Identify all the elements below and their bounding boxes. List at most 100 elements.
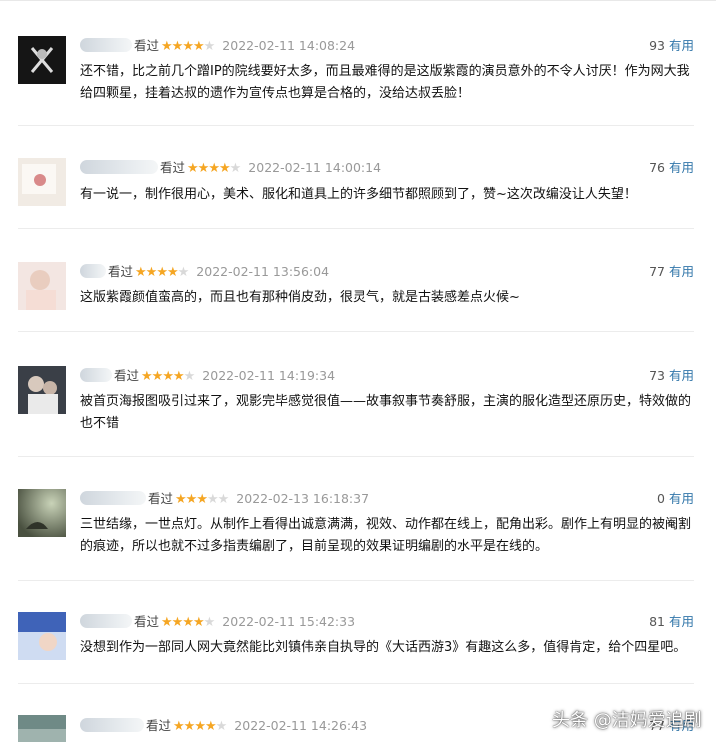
review-text: 还不错，比之前几个蹭IP的院线要好太多，而且最难得的是这版紫霞的演员意外的不令人… (80, 64, 690, 101)
star-filled-icon: ★ (197, 161, 210, 176)
star-empty-icon: ★ (203, 615, 216, 630)
review-time: 2022-02-11 15:42:33 (222, 614, 356, 629)
star-filled-icon: ★ (172, 369, 185, 384)
review-time: 2022-02-11 14:26:43 (234, 718, 368, 733)
useful-vote[interactable]: 77 有用 (649, 262, 694, 282)
star-filled-icon: ★ (204, 719, 217, 734)
star-filled-icon: ★ (166, 265, 179, 280)
star-empty-icon: ★ (215, 719, 228, 734)
review-text: 三世结缘，一世点灯。从制作上看得出诚意满满，视效、动作都在线上，配角出彩。剧作上… (80, 517, 692, 554)
star-rating: ★★★★★ (187, 161, 242, 176)
username[interactable] (80, 368, 112, 382)
divider (18, 456, 694, 457)
watched-status: 看过 (114, 368, 140, 383)
star-filled-icon: ★ (151, 369, 164, 384)
review-meta: 看过 ★★★★★ 2022-02-11 14:00:14 76 有用 (80, 158, 694, 178)
star-filled-icon: ★ (156, 265, 168, 280)
review-meta: 看过 ★★★★★ 2022-02-13 16:18:37 0 有用 (80, 489, 694, 509)
star-filled-icon: ★ (192, 39, 205, 54)
review-text: 有一说一，制作很用心，美术、服化和道具上的许多细节都照顾到了，赞~这次改编没让人… (80, 187, 637, 202)
avatar[interactable] (18, 158, 66, 206)
useful-button[interactable]: 有用 (669, 38, 694, 53)
review-meta: 看过 ★★★★★ 2022-02-11 15:42:33 81 有用 (80, 612, 694, 632)
star-rating: ★★★★★ (141, 369, 196, 384)
watched-status: 看过 (134, 38, 160, 53)
watched-status: 看过 (108, 264, 134, 279)
star-filled-icon: ★ (192, 615, 205, 630)
avatar[interactable] (18, 262, 66, 310)
star-filled-icon: ★ (183, 719, 196, 734)
star-filled-icon: ★ (141, 369, 153, 384)
review-time: 2022-02-13 16:18:37 (236, 491, 370, 506)
star-filled-icon: ★ (171, 615, 184, 630)
star-filled-icon: ★ (175, 492, 187, 507)
star-filled-icon: ★ (173, 719, 185, 734)
star-rating: ★★★★★ (175, 492, 230, 507)
star-empty-icon: ★ (183, 369, 196, 384)
review-meta: 看过 ★★★★★ 2022-02-11 14:08:24 93 有用 (80, 36, 694, 56)
username[interactable] (80, 38, 132, 52)
star-filled-icon: ★ (135, 265, 147, 280)
useful-vote[interactable]: 76 有用 (649, 158, 694, 178)
avatar[interactable] (18, 612, 66, 660)
useful-vote[interactable]: 73 有用 (649, 366, 694, 386)
useful-button[interactable]: 有用 (669, 160, 694, 175)
top-divider (0, 0, 716, 1)
review-meta: 看过 ★★★★★ 2022-02-11 13:56:04 77 有用 (80, 262, 694, 282)
review-text: 被首页海报图吸引过来了，观影完毕感觉很值——故事叙事节奏舒服，主演的服化造型还原… (80, 394, 692, 431)
useful-button[interactable]: 有用 (669, 264, 694, 279)
useful-vote[interactable]: 0 有用 (657, 489, 694, 509)
username[interactable] (80, 264, 106, 278)
vote-count: 0 (657, 491, 665, 506)
useful-button[interactable]: 有用 (669, 491, 694, 506)
useful-vote[interactable]: 81 有用 (649, 612, 694, 632)
review-text: 没想到作为一部同人网大竟然能比刘镇伟亲自执导的《大话西游3》有趣这么多，值得肯定… (80, 640, 687, 655)
vote-count: 81 (649, 614, 665, 629)
review-time: 2022-02-11 13:56:04 (196, 264, 330, 279)
divider (18, 331, 694, 332)
review-time: 2022-02-11 14:19:34 (202, 368, 336, 383)
star-filled-icon: ★ (161, 615, 173, 630)
star-rating: ★★★★★ (161, 39, 216, 54)
star-filled-icon: ★ (208, 161, 220, 176)
username[interactable] (80, 718, 144, 732)
username[interactable] (80, 160, 158, 174)
star-empty-icon: ★ (203, 39, 216, 54)
star-filled-icon: ★ (185, 492, 198, 507)
useful-vote[interactable]: 93 有用 (649, 36, 694, 56)
useful-button[interactable]: 有用 (669, 368, 694, 383)
avatar[interactable] (18, 489, 66, 537)
review-time: 2022-02-11 14:08:24 (222, 38, 356, 53)
review-text: 这版紫霞颜值蛮高的，而且也有那种俏皮劲，很灵气，就是古装感差点火候~ (80, 290, 520, 305)
star-filled-icon: ★ (182, 615, 194, 630)
star-filled-icon: ★ (218, 161, 231, 176)
star-empty-icon: ★ (177, 265, 190, 280)
watermark: 头条 @洁妈爱追剧 (552, 710, 702, 731)
star-empty-icon: ★ (229, 161, 242, 176)
vote-count: 76 (649, 160, 665, 175)
divider (18, 125, 694, 126)
star-filled-icon: ★ (187, 161, 199, 176)
watched-status: 看过 (160, 160, 186, 175)
avatar[interactable] (18, 366, 66, 414)
star-filled-icon: ★ (162, 369, 174, 384)
vote-count: 93 (649, 38, 665, 53)
avatar[interactable] (18, 715, 66, 742)
useful-button[interactable]: 有用 (669, 614, 694, 629)
star-rating: ★★★★★ (135, 265, 190, 280)
star-empty-icon: ★ (217, 492, 230, 507)
watched-status: 看过 (148, 491, 174, 506)
review-meta: 看过 ★★★★★ 2022-02-11 14:19:34 73 有用 (80, 366, 694, 386)
star-rating: ★★★★★ (161, 615, 216, 630)
vote-count: 73 (649, 368, 665, 383)
username[interactable] (80, 491, 146, 505)
star-filled-icon: ★ (171, 39, 184, 54)
review-time: 2022-02-11 14:00:14 (248, 160, 382, 175)
vote-count: 77 (649, 264, 665, 279)
watched-status: 看过 (134, 614, 160, 629)
username[interactable] (80, 614, 132, 628)
divider (18, 683, 694, 684)
star-filled-icon: ★ (196, 492, 208, 507)
divider (18, 228, 694, 229)
avatar[interactable] (18, 36, 66, 84)
